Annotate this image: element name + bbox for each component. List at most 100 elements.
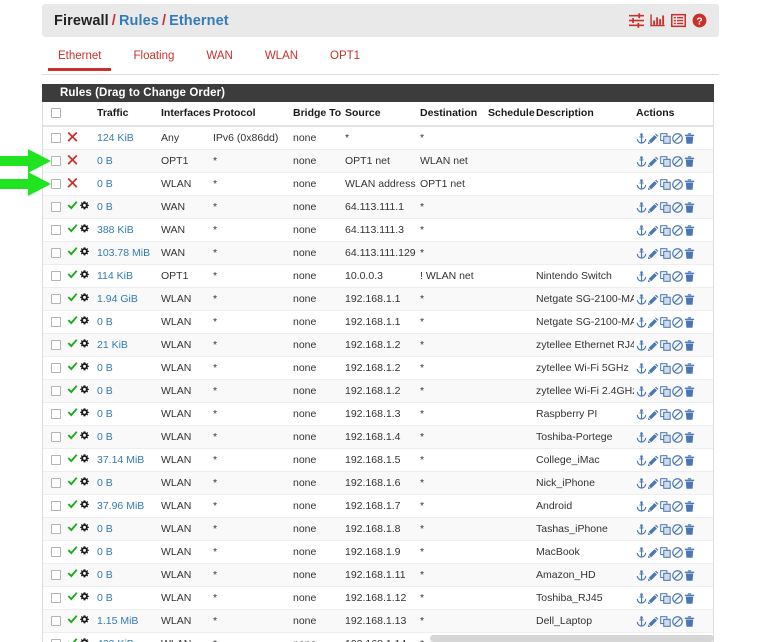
action-copy-icon[interactable]: [660, 133, 671, 144]
row-checkbox[interactable]: [51, 225, 61, 235]
action-delete-icon[interactable]: [684, 248, 695, 259]
action-delete-icon[interactable]: [684, 455, 695, 466]
rule-advanced-gear-icon[interactable]: [80, 500, 89, 512]
tab-wan[interactable]: WAN: [190, 45, 248, 70]
action-copy-icon[interactable]: [660, 294, 671, 305]
horizontal-scrollbar[interactable]: [430, 635, 714, 642]
action-disable-icon[interactable]: [672, 133, 683, 144]
traffic-link[interactable]: 21 KiB: [97, 339, 128, 351]
row-checkbox[interactable]: [51, 478, 61, 488]
rule-state-block-icon[interactable]: [67, 154, 78, 168]
action-edit-icon[interactable]: [648, 547, 659, 558]
rule-state-pass-icon[interactable]: [67, 453, 78, 467]
row-checkbox[interactable]: [51, 570, 61, 580]
row-checkbox[interactable]: [51, 179, 61, 189]
action-anchor-icon[interactable]: [636, 547, 647, 558]
action-edit-icon[interactable]: [648, 478, 659, 489]
rule-state-pass-icon[interactable]: [67, 246, 78, 260]
row-checkbox[interactable]: [51, 409, 61, 419]
rule-state-pass-icon[interactable]: [67, 499, 78, 513]
row-checkbox[interactable]: [51, 524, 61, 534]
action-disable-icon[interactable]: [672, 248, 683, 259]
action-delete-icon[interactable]: [684, 409, 695, 420]
action-delete-icon[interactable]: [684, 271, 695, 282]
action-anchor-icon[interactable]: [636, 248, 647, 259]
action-copy-icon[interactable]: [660, 202, 671, 213]
action-delete-icon[interactable]: [684, 133, 695, 144]
action-delete-icon[interactable]: [684, 501, 695, 512]
rule-advanced-gear-icon[interactable]: [80, 592, 89, 604]
action-copy-icon[interactable]: [660, 524, 671, 535]
table-row[interactable]: 388 KiBWAN*none64.113.111.3*: [43, 219, 714, 242]
rule-advanced-gear-icon[interactable]: [80, 569, 89, 581]
action-copy-icon[interactable]: [660, 317, 671, 328]
action-edit-icon[interactable]: [648, 156, 659, 167]
row-checkbox[interactable]: [51, 432, 61, 442]
table-row[interactable]: 0 BWAN*none64.113.111.1*: [43, 196, 714, 219]
rule-state-block-icon[interactable]: [67, 131, 78, 145]
traffic-link[interactable]: 0 B: [97, 569, 113, 581]
rule-advanced-gear-icon[interactable]: [80, 546, 89, 558]
table-row[interactable]: 0 BWLAN*none192.168.1.1*Netgate SG-2100-…: [43, 311, 714, 334]
rule-advanced-gear-icon[interactable]: [80, 201, 89, 213]
action-delete-icon[interactable]: [684, 616, 695, 627]
row-checkbox[interactable]: [51, 317, 61, 327]
breadcrumb-link-rules[interactable]: Rules: [119, 13, 159, 29]
action-copy-icon[interactable]: [660, 501, 671, 512]
table-row[interactable]: 124 KiBAnyIPv6 (0x86dd)none**: [43, 126, 714, 150]
row-checkbox[interactable]: [51, 386, 61, 396]
action-disable-icon[interactable]: [672, 294, 683, 305]
table-row[interactable]: 0 BOPT1*noneOPT1 netWLAN net: [43, 150, 714, 173]
tab-floating[interactable]: Floating: [117, 45, 190, 70]
table-row[interactable]: 114 KiBOPT1*none10.0.0.3! WLAN netNinten…: [43, 265, 714, 288]
rule-state-pass-icon[interactable]: [67, 338, 78, 352]
action-anchor-icon[interactable]: [636, 524, 647, 535]
action-anchor-icon[interactable]: [636, 317, 647, 328]
action-disable-icon[interactable]: [672, 409, 683, 420]
action-edit-icon[interactable]: [648, 363, 659, 374]
traffic-link[interactable]: 0 B: [97, 431, 113, 443]
traffic-link[interactable]: 0 B: [97, 155, 113, 167]
table-row[interactable]: 1.94 GiBWLAN*none192.168.1.1*Netgate SG-…: [43, 288, 714, 311]
rule-state-pass-icon[interactable]: [67, 614, 78, 628]
traffic-link[interactable]: 124 KiB: [97, 132, 134, 144]
action-delete-icon[interactable]: [684, 202, 695, 213]
table-row[interactable]: 0 BWLAN*none192.168.1.12*Toshiba_RJ45: [43, 587, 714, 610]
row-checkbox[interactable]: [51, 501, 61, 511]
rule-state-pass-icon[interactable]: [67, 568, 78, 582]
action-edit-icon[interactable]: [648, 409, 659, 420]
action-edit-icon[interactable]: [648, 317, 659, 328]
traffic-link[interactable]: 103.78 MiB: [97, 247, 150, 259]
action-delete-icon[interactable]: [684, 570, 695, 581]
traffic-link[interactable]: 114 KiB: [97, 270, 133, 282]
rule-advanced-gear-icon[interactable]: [80, 224, 89, 236]
action-disable-icon[interactable]: [672, 455, 683, 466]
action-anchor-icon[interactable]: [636, 478, 647, 489]
select-all-checkbox[interactable]: [51, 108, 61, 118]
action-anchor-icon[interactable]: [636, 570, 647, 581]
table-row[interactable]: 0 BWLAN*none192.168.1.4*Toshiba-Portege: [43, 426, 714, 449]
action-edit-icon[interactable]: [648, 386, 659, 397]
list-icon[interactable]: [671, 13, 686, 28]
table-row[interactable]: 0 BWLAN*none192.168.1.9*MacBook: [43, 541, 714, 564]
action-copy-icon[interactable]: [660, 271, 671, 282]
action-copy-icon[interactable]: [660, 455, 671, 466]
traffic-link[interactable]: 0 B: [97, 546, 113, 558]
traffic-link[interactable]: 0 B: [97, 477, 113, 489]
rule-state-pass-icon[interactable]: [67, 476, 78, 490]
action-disable-icon[interactable]: [672, 156, 683, 167]
rule-advanced-gear-icon[interactable]: [80, 408, 89, 420]
action-edit-icon[interactable]: [648, 570, 659, 581]
rule-state-pass-icon[interactable]: [67, 522, 78, 536]
action-delete-icon[interactable]: [684, 225, 695, 236]
table-row[interactable]: 0 BWLAN*none192.168.1.3*Raspberry PI: [43, 403, 714, 426]
row-checkbox[interactable]: [51, 616, 61, 626]
action-anchor-icon[interactable]: [636, 271, 647, 282]
table-row[interactable]: 21 KiBWLAN*none192.168.1.2*zytellee Ethe…: [43, 334, 714, 357]
help-circle-icon[interactable]: ?: [692, 13, 707, 28]
action-disable-icon[interactable]: [672, 478, 683, 489]
action-edit-icon[interactable]: [648, 616, 659, 627]
table-row[interactable]: 103.78 MiBWAN*none64.113.111.129*: [43, 242, 714, 265]
action-disable-icon[interactable]: [672, 225, 683, 236]
action-anchor-icon[interactable]: [636, 340, 647, 351]
